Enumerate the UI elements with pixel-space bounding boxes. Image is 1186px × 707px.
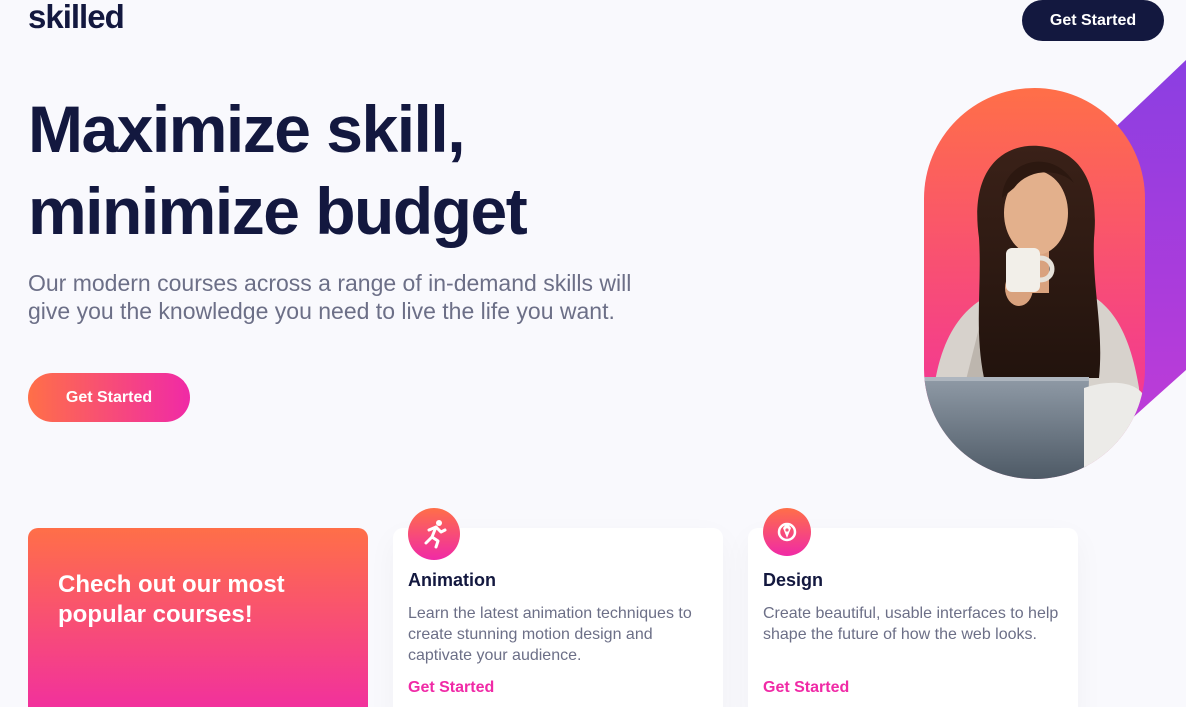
woman-with-coffee-illustration xyxy=(924,145,1145,479)
hero-subtitle: Our modern courses across a range of in-… xyxy=(28,270,632,324)
course-card-animation: Animation Learn the latest animation tec… xyxy=(393,508,723,707)
course-description: Create beautiful, usable interfaces to h… xyxy=(763,605,1059,643)
course-get-started-link[interactable]: Get Started xyxy=(408,679,494,697)
course-title: Design xyxy=(763,570,824,590)
course-title: Animation xyxy=(408,570,496,590)
hero-get-started-button[interactable]: Get Started xyxy=(28,373,190,422)
promo-heading: Chech out our most popular courses! xyxy=(58,571,285,628)
course-description: Learn the latest animation techniques to… xyxy=(408,605,692,664)
logo[interactable]: skilled xyxy=(28,0,125,36)
running-person-icon xyxy=(408,508,460,560)
design-tool-icon xyxy=(763,508,811,556)
hero-title: Maximize skill, minimize budget xyxy=(28,92,528,248)
course-card-design: Design Create beautiful, usable interfac… xyxy=(748,508,1078,707)
course-get-started-link[interactable]: Get Started xyxy=(763,679,849,697)
promo-card: Chech out our most popular courses! xyxy=(28,528,368,707)
landing-page: skilled Get Started Maximize skill, mini… xyxy=(0,0,1186,707)
hero-image xyxy=(924,88,1145,479)
